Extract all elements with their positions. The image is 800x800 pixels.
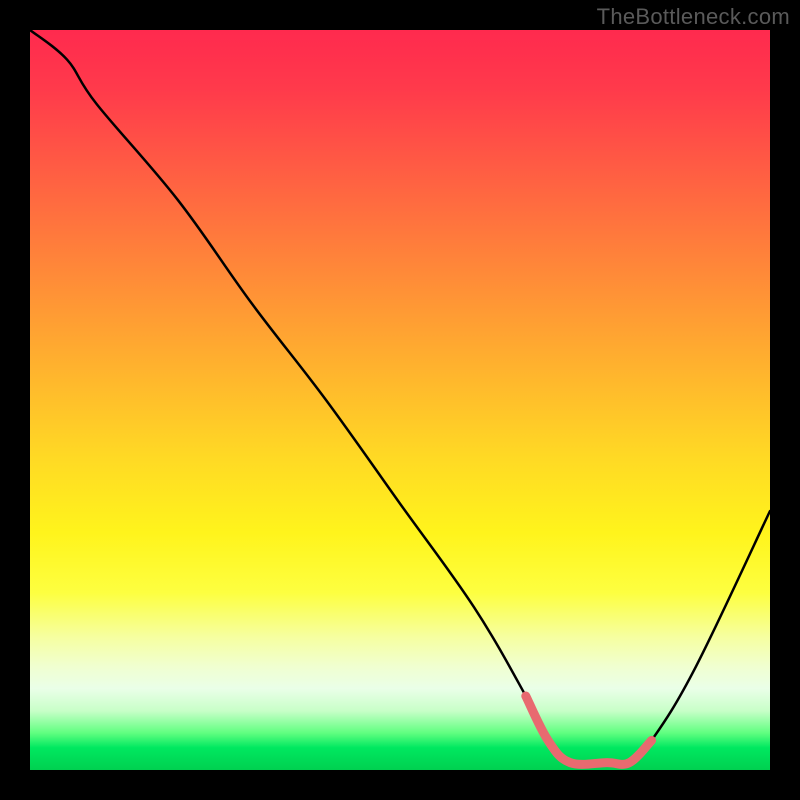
plot-area	[30, 30, 770, 770]
watermark-text: TheBottleneck.com	[597, 4, 790, 30]
main-curve-path	[30, 30, 770, 764]
chart-container: TheBottleneck.com	[0, 0, 800, 800]
curve-layer	[30, 30, 770, 770]
optimal-zone-path	[526, 696, 652, 764]
